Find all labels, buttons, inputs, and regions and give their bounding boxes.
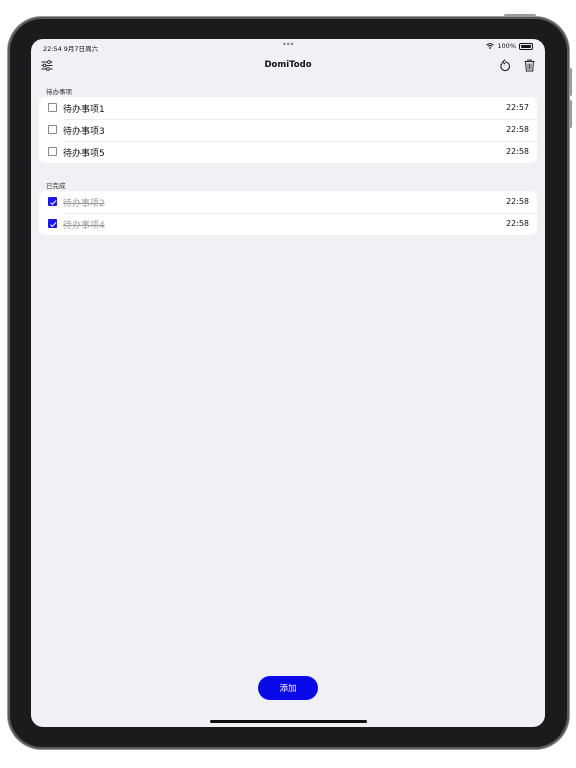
item-label: 待办事项2 [63, 199, 105, 209]
trash-icon[interactable] [521, 57, 537, 73]
multitask-dots[interactable]: ••• [282, 40, 294, 49]
completed-section-header: 已完成 [46, 182, 66, 190]
list-item[interactable]: 待办事项2 22:58 [39, 191, 537, 213]
item-time: 22:58 [505, 197, 529, 206]
add-button[interactable]: 添加 [258, 676, 318, 700]
undo-icon[interactable] [497, 57, 513, 73]
item-label: 待办事项3 [63, 127, 105, 137]
home-indicator [210, 720, 367, 723]
item-time: 22:58 [505, 125, 529, 134]
battery-icon [519, 42, 533, 50]
item-label: 待办事项1 [63, 105, 105, 115]
checkbox[interactable] [48, 147, 57, 156]
item-time: 22:58 [505, 219, 529, 228]
battery-percent: 100% [497, 42, 516, 50]
list-item[interactable]: 待办事项1 22:57 [39, 97, 537, 119]
checkbox[interactable] [48, 125, 57, 134]
completed-list: 待办事项2 22:58 待办事项4 22:58 [39, 191, 537, 235]
status-bar: 22:54 9月7日周六 ••• 100% [31, 39, 545, 53]
pending-section-header: 待办事项 [46, 88, 72, 96]
item-label: 待办事项5 [63, 149, 105, 159]
pending-list: 待办事项1 22:57 待办事项3 22:58 待办事项5 22:58 [39, 97, 537, 163]
app-screen: 22:54 9月7日周六 ••• 100% DomiTodo 待办事项 待办事项… [31, 39, 545, 727]
navigation-bar: DomiTodo [31, 53, 545, 79]
item-time: 22:57 [505, 103, 529, 112]
checkbox[interactable] [48, 103, 57, 112]
status-time: 22:54 9月7日周六 [43, 45, 99, 53]
list-item[interactable]: 待办事项3 22:58 [39, 119, 537, 141]
status-right: 100% [486, 42, 533, 50]
checkbox-checked[interactable] [48, 219, 57, 228]
item-time: 22:58 [505, 147, 529, 156]
list-item[interactable]: 待办事项5 22:58 [39, 141, 537, 163]
item-label: 待办事项4 [63, 221, 105, 231]
wifi-icon [486, 43, 495, 49]
page-title: DomiTodo [264, 60, 312, 70]
list-item[interactable]: 待办事项4 22:58 [39, 213, 537, 235]
checkbox-checked[interactable] [48, 197, 57, 206]
